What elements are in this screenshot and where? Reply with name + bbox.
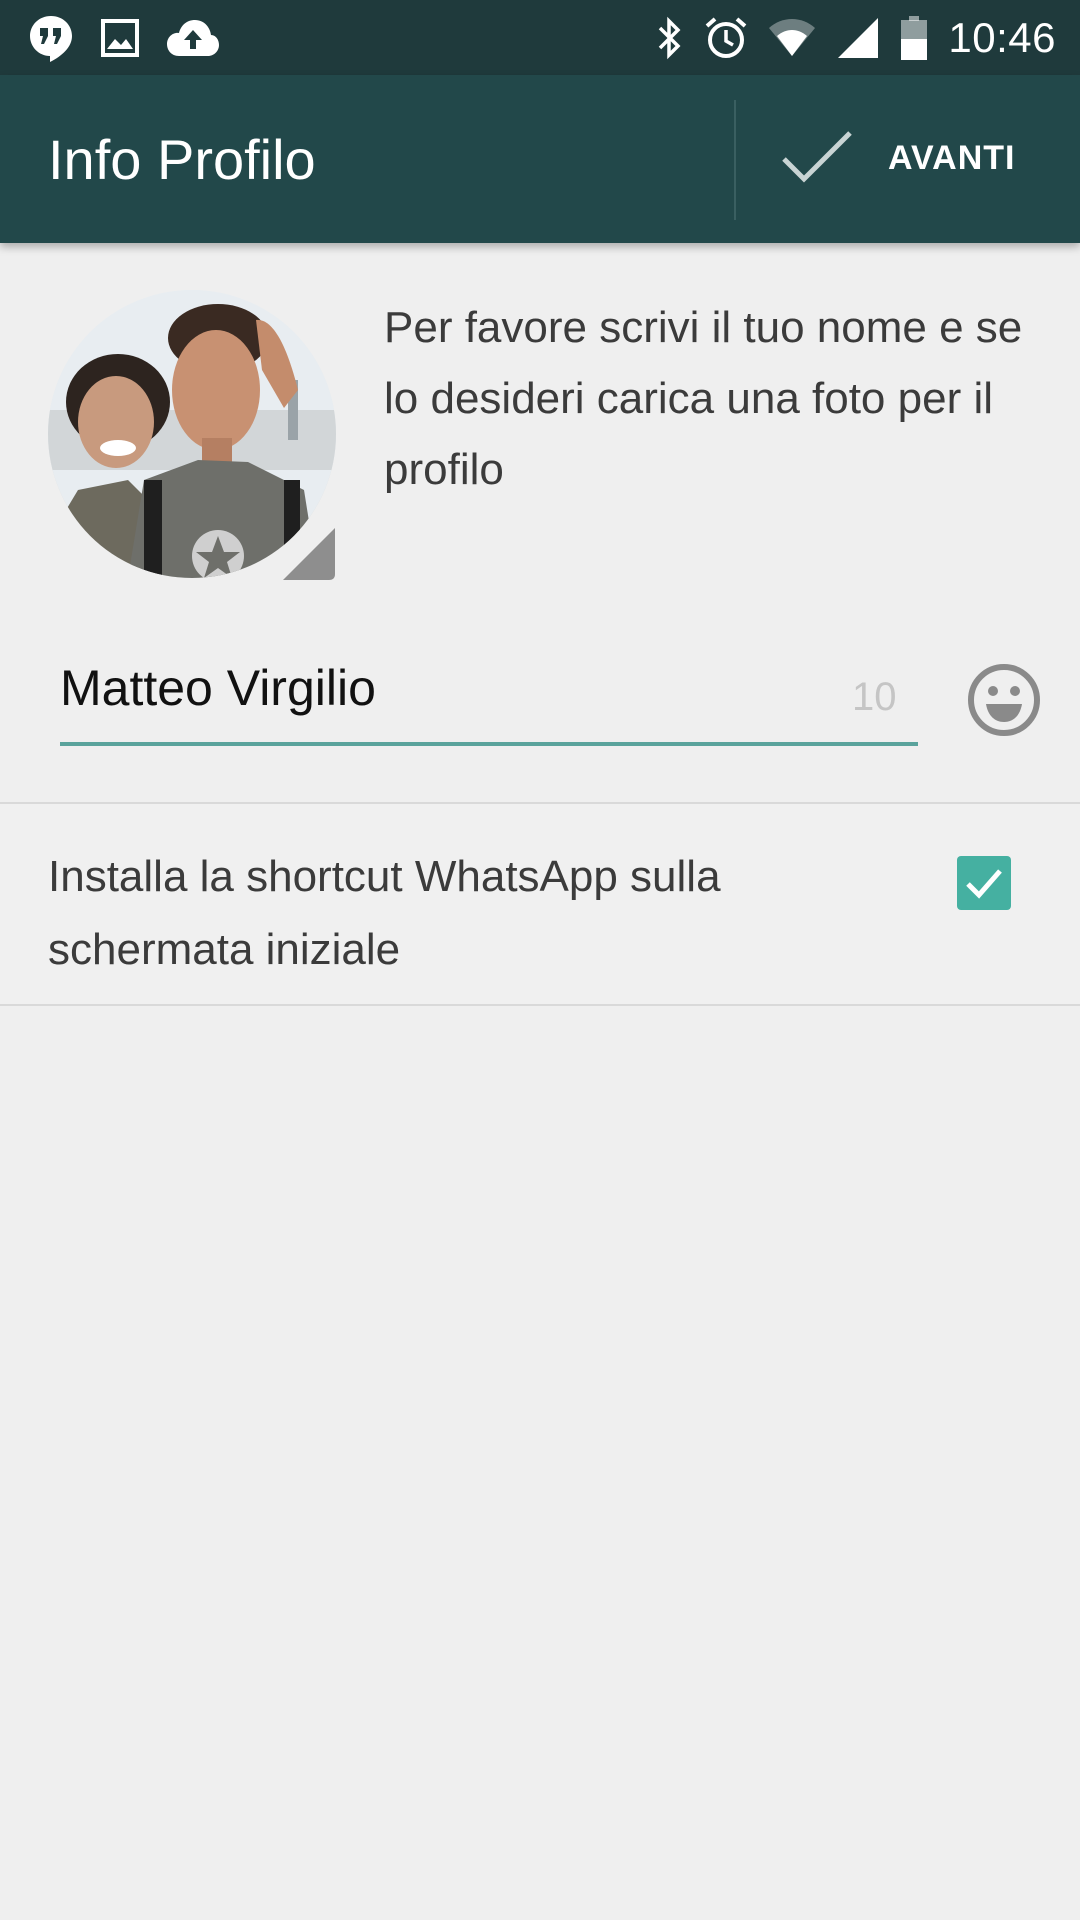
- smiley-icon[interactable]: [966, 662, 1042, 738]
- next-button[interactable]: AVANTI: [780, 115, 1060, 201]
- signal-icon: [836, 16, 880, 60]
- shortcut-checkbox[interactable]: [957, 856, 1011, 910]
- name-input-underline: [60, 742, 918, 746]
- shortcut-option-label: Installa la shortcut WhatsApp sulla sche…: [48, 852, 721, 974]
- app-bar-divider: [734, 100, 736, 220]
- image-icon: [100, 18, 140, 58]
- section-divider-bottom: [0, 1004, 1080, 1006]
- status-clock: 10:46: [948, 14, 1056, 61]
- bluetooth-icon: [654, 16, 684, 60]
- shortcut-option-row[interactable]: Installa la shortcut WhatsApp sulla sche…: [0, 804, 1080, 1004]
- profile-instructions: Per favore scrivi il tuo nome e se lo de…: [384, 303, 1023, 494]
- char-counter: 10: [852, 675, 897, 719]
- battery-icon: [900, 15, 928, 61]
- status-bar: 10:46: [0, 0, 1080, 75]
- name-input[interactable]: [60, 652, 850, 724]
- hangouts-icon: [28, 14, 74, 62]
- photo-edit-corner-icon: [283, 528, 335, 580]
- app-bar: Info Profilo AVANTI: [0, 75, 1080, 243]
- next-button-label: AVANTI: [888, 138, 1016, 177]
- wifi-icon: [768, 18, 816, 58]
- page-title: Info Profilo: [48, 128, 316, 191]
- cloud-upload-icon: [166, 18, 220, 58]
- alarm-icon: [704, 16, 748, 60]
- checkmark-icon: [780, 129, 854, 187]
- checkbox-check-icon: [966, 869, 1002, 899]
